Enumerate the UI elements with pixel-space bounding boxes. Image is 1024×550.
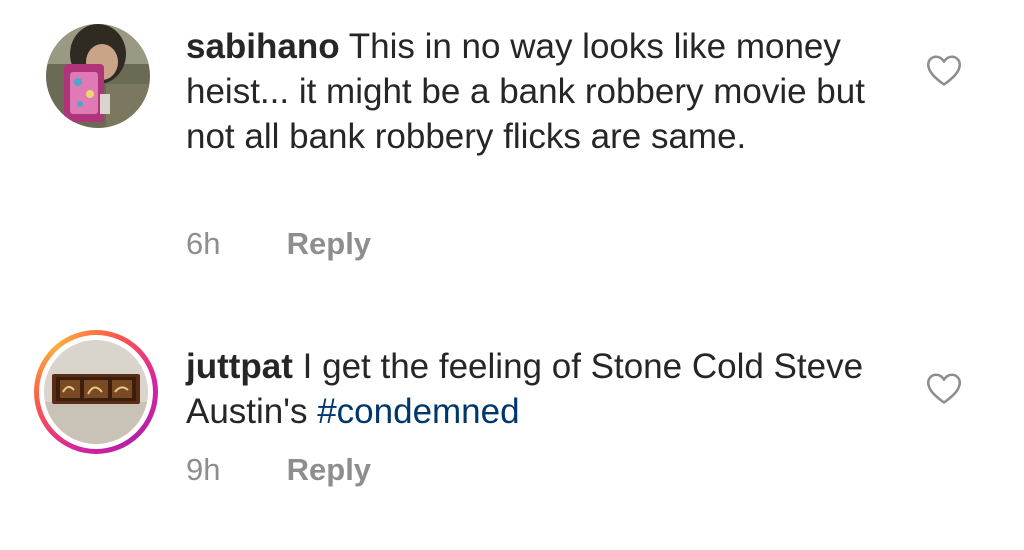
comment-meta: 6h Reply — [186, 226, 371, 262]
comment-meta: 9h Reply — [186, 452, 371, 488]
reply-button[interactable]: Reply — [287, 452, 371, 487]
story-ring[interactable] — [34, 330, 158, 454]
comment-text: sabihano This in no way looks like money… — [186, 24, 886, 159]
avatar[interactable] — [46, 24, 150, 128]
reply-button[interactable]: Reply — [287, 226, 371, 261]
profile-photo-icon — [46, 24, 150, 128]
hashtag-link[interactable]: #condemned — [317, 392, 519, 431]
heart-outline-icon[interactable] — [926, 372, 962, 406]
comment-timestamp: 9h — [186, 452, 221, 487]
story-ring-gap — [39, 335, 153, 449]
comment-username[interactable]: sabihano — [186, 27, 340, 66]
calligraphy-frame-photo-icon — [44, 340, 148, 444]
heart-outline-icon[interactable] — [926, 54, 962, 88]
comment-timestamp: 6h — [186, 226, 221, 261]
avatar[interactable] — [44, 340, 148, 444]
comment-username[interactable]: juttpat — [186, 347, 293, 386]
comment-text: juttpat I get the feeling of Stone Cold … — [186, 344, 886, 434]
